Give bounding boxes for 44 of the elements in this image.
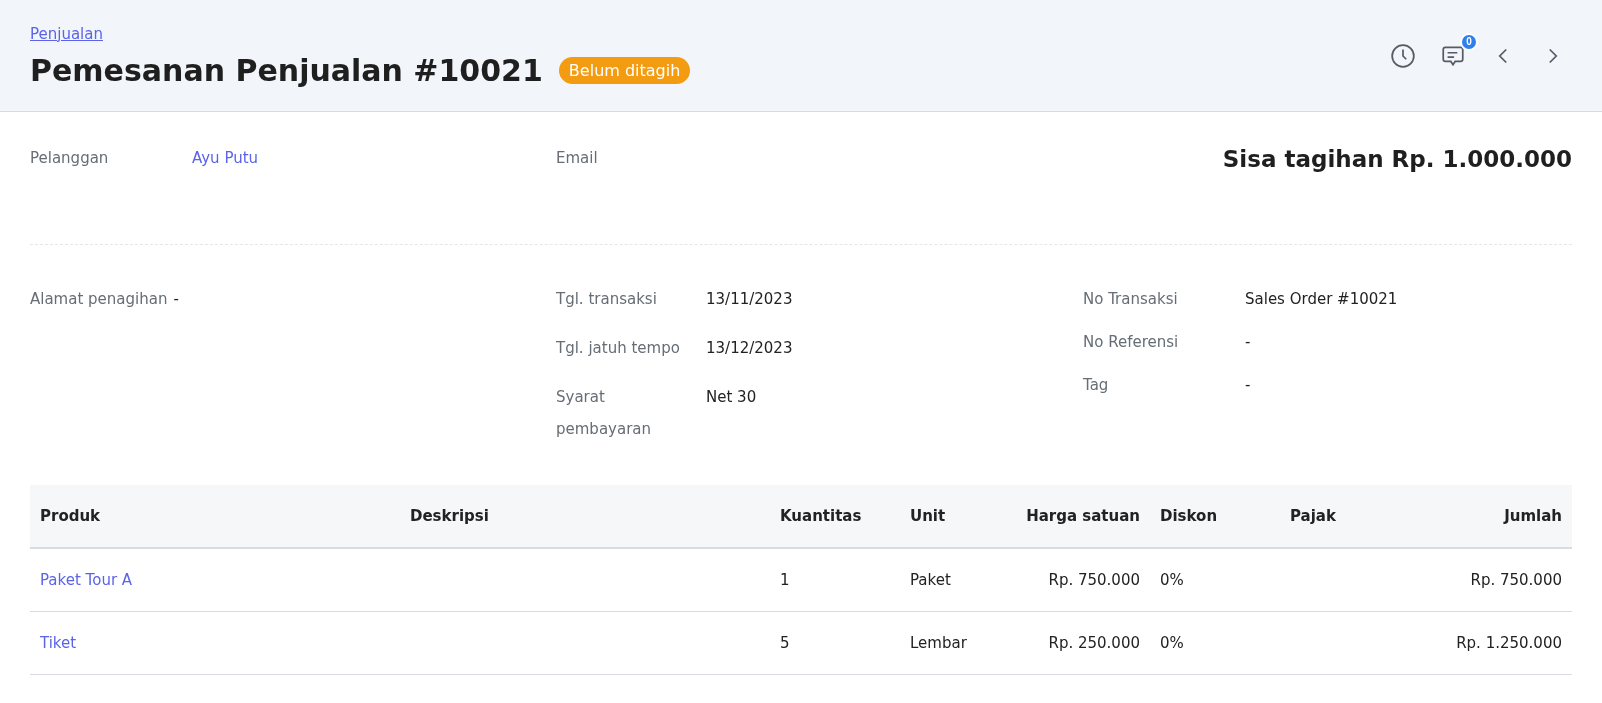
field-label: Tgl. transaksi [556,289,658,310]
field-label: Tag [1083,375,1110,395]
column-header: Pajak [1280,485,1390,548]
field-value: Sales Order #10021 [1245,289,1398,309]
field-label: Email [556,148,599,168]
customer-link[interactable]: Ayu Putu [192,148,259,168]
column-header: Deskripsi [400,485,770,548]
page-title: Pemesanan Penjualan #10021 [30,52,543,88]
field-label: Syarat pembayaran [556,387,652,440]
clock-icon [1390,42,1416,69]
field-value: - [173,289,179,309]
field-value: 13/11/2023 [706,289,793,309]
table-cell: 0% [1160,571,1184,589]
field-label: Tgl. jatuh tempo [556,338,681,359]
column-header: Jumlah [1390,485,1572,548]
table-cell: Rp. 250.000 [1048,634,1140,652]
table-cell: 5 [780,634,790,652]
breadcrumb-link[interactable]: Penjualan [30,24,103,43]
column-header: Diskon [1150,485,1280,548]
table-cell: 0% [1160,634,1184,652]
table-cell: Lembar [910,634,967,652]
column-header: Produk [30,485,400,548]
balance-due: Sisa tagihan Rp. 1.000.000 [1222,146,1572,174]
field-label: Pelanggan [30,148,110,168]
table-cell: 1 [780,571,790,589]
field-value: Net 30 [706,387,757,407]
table-cell: Rp. 1.250.000 [1456,634,1562,652]
field-label: Alamat penagihan [30,289,168,309]
field-value: - [1245,375,1251,395]
comment-count-badge: 0 [1460,32,1478,51]
column-header: Harga satuan [1000,485,1150,548]
status-badge: Belum ditagih [558,56,691,84]
field-value: - [1245,332,1251,352]
product-link[interactable]: Paket Tour A [40,571,133,589]
product-link[interactable]: Tiket [40,634,77,652]
table-cell: Rp. 750.000 [1048,571,1140,589]
field-label: No Referensi [1083,332,1180,352]
column-header: Unit [900,485,1000,548]
comments-button[interactable]: 0 [1440,32,1478,69]
table-cell: Paket [910,571,951,589]
field-value: 13/12/2023 [706,338,793,358]
field-label: No Transaksi [1083,289,1179,309]
table-cell: Rp. 750.000 [1470,571,1562,589]
column-header: Kuantitas [770,485,900,548]
